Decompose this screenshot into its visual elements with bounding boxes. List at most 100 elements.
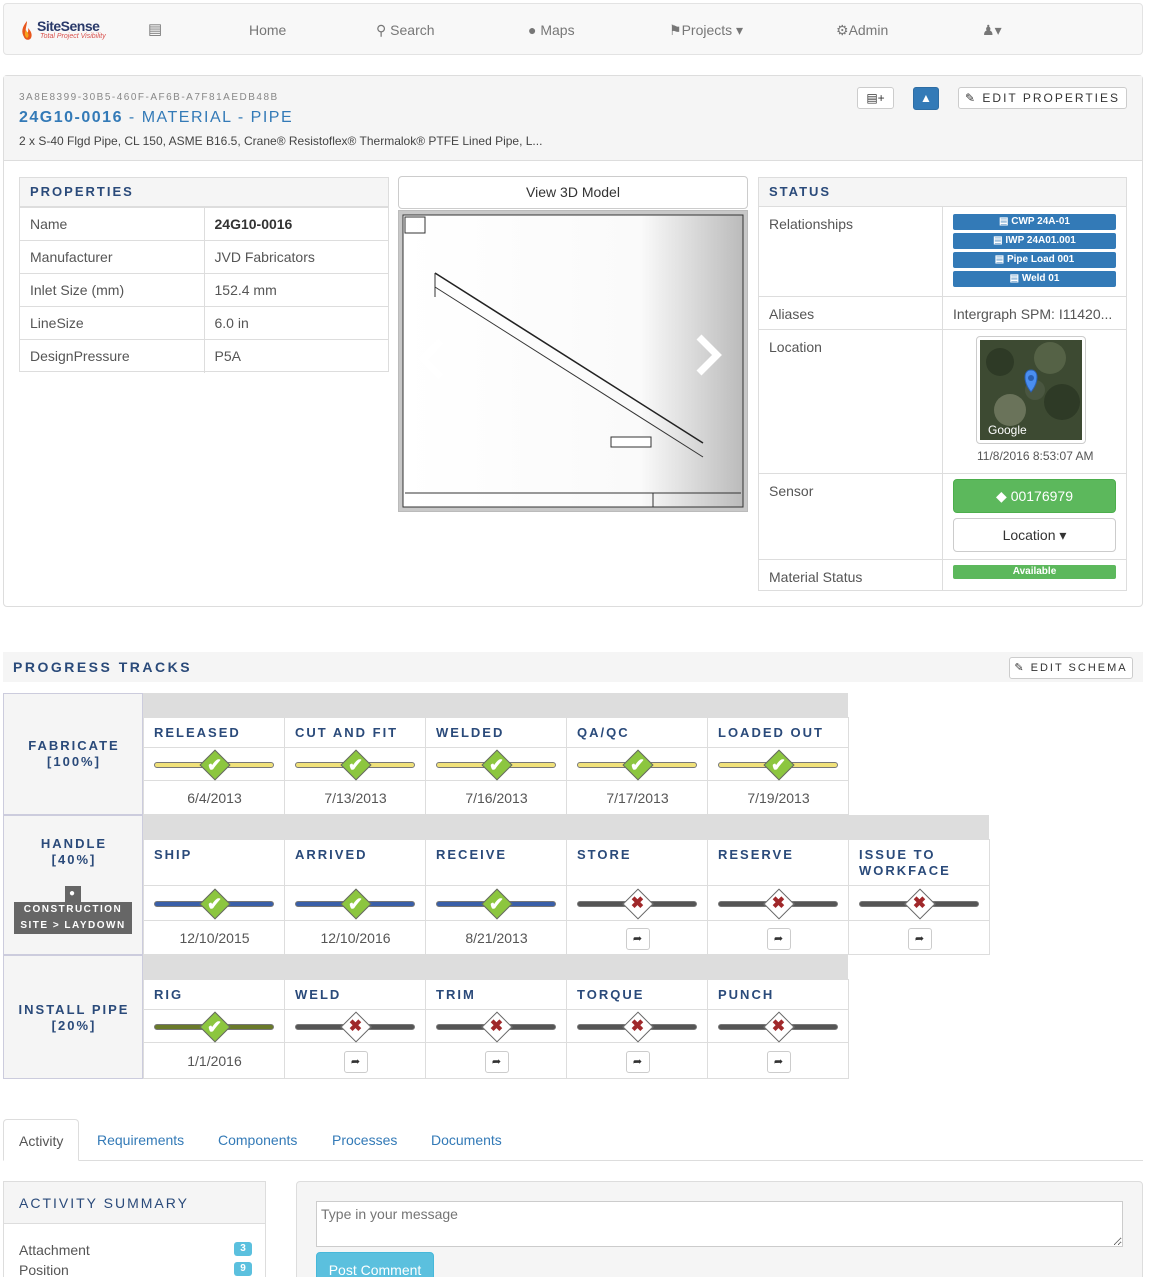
step-date: 6/4/2013 — [187, 790, 242, 806]
flag-icon: ⚑ — [669, 22, 682, 38]
edit-schema-button[interactable]: ✎ EDIT SCHEMA — [1009, 657, 1133, 679]
globe-icon: ● — [528, 22, 537, 38]
caret-down-icon: ▾ — [1059, 527, 1067, 543]
progress-step[interactable]: LOADED OUT ✔ 7/19/2013 — [707, 717, 849, 815]
material-title: 24G10-0016 - MATERIAL - PIPE — [19, 109, 293, 127]
tab-processes[interactable]: Processes — [317, 1119, 412, 1161]
step-status: ✖ — [849, 886, 990, 921]
step-status: ✖ — [708, 886, 849, 921]
nav-maps-label: Maps — [540, 22, 575, 38]
step-date: 8/21/2013 — [465, 930, 528, 946]
sensor-row: Sensor ◆ 00176979 Location ▾ — [759, 474, 1126, 560]
status-panel: STATUS Relationships ▤ CWP 24A-01 ▤ IWP … — [758, 177, 1127, 591]
activity-summary-heading: ACTIVITY SUMMARY — [4, 1182, 265, 1224]
tab-activity[interactable]: Activity — [3, 1119, 80, 1161]
progress-step[interactable]: ARRIVED ✔ 12/10/2016 — [284, 839, 426, 955]
step-status: ✔ — [144, 748, 285, 781]
step-status: ✔ — [708, 748, 849, 781]
caret-down-icon: ▾ — [994, 22, 1002, 38]
post-comment-button[interactable]: Post Comment — [316, 1252, 434, 1277]
add-to-list-button[interactable]: ▤+ — [857, 87, 894, 109]
checkmark-glyph: ✔ — [770, 754, 787, 775]
checkmark-glyph: ✔ — [206, 893, 223, 914]
progress-step[interactable]: RECEIVE ✔ 8/21/2013 — [425, 839, 567, 955]
detail-tabs: Activity Requirements Components Process… — [3, 1119, 1143, 1161]
progress-step[interactable]: WELDED ✔ 7/16/2013 — [425, 717, 567, 815]
user-menu[interactable]: ♟▾ — [982, 4, 1002, 56]
list-icon[interactable]: ▤ — [148, 4, 162, 56]
material-description: 2 x S-40 Flgd Pipe, CL 150, ASME B16.5, … — [19, 134, 543, 148]
advance-step-button[interactable]: ➦ — [484, 1050, 509, 1073]
step-date: 1/1/2016 — [187, 1053, 242, 1069]
upload-button[interactable]: ▲ — [913, 87, 939, 110]
step-status: ✔ — [144, 886, 285, 921]
list-item[interactable]: Position 9 — [19, 1262, 252, 1277]
nav-search[interactable]: ⚲ Search — [376, 4, 435, 56]
tab-requirements[interactable]: Requirements — [82, 1119, 199, 1161]
location-map-thumbnail[interactable]: Google — [976, 336, 1086, 444]
table-row: Manufacturer JVD Fabricators — [20, 240, 388, 274]
track-name: FABRICATE — [28, 738, 120, 753]
list-item[interactable]: Attachment 3 — [19, 1242, 252, 1258]
isometric-drawing-carousel[interactable] — [398, 210, 748, 512]
progress-step[interactable]: SHIP ✔ 12/10/2015 — [143, 839, 285, 955]
progress-step[interactable]: TRIM ✖ ➦ — [425, 979, 567, 1079]
progress-step[interactable]: RESERVE ✖ ➦ — [707, 839, 849, 955]
step-date: 7/17/2013 — [606, 790, 669, 806]
progress-step[interactable]: CUT AND FIT ✔ 7/13/2013 — [284, 717, 426, 815]
property-value: JVD Fabricators — [203, 240, 388, 274]
nav-projects[interactable]: ⚑Projects ▾ — [669, 4, 743, 56]
advance-step-button[interactable]: ➦ — [625, 1050, 650, 1073]
progress-step[interactable]: RIG ✔ 1/1/2016 — [143, 979, 285, 1079]
checkmark-glyph: ✔ — [488, 893, 505, 914]
cross-glyph: ✖ — [348, 1017, 363, 1035]
step-status: ✔ — [426, 886, 567, 921]
progress-step[interactable]: PUNCH ✖ ➦ — [707, 979, 849, 1079]
step-date: 12/10/2015 — [179, 930, 250, 946]
brand-tagline: Total Project Visibility — [40, 33, 106, 40]
properties-panel: PROPERTIES Name 24G10-0016 Manufacturer JV… — [19, 177, 389, 373]
advance-step-button[interactable]: ➦ — [343, 1050, 368, 1073]
relationship-tag[interactable]: ▤ IWP 24A01.001 — [953, 233, 1116, 249]
advance-step-button[interactable]: ➦ — [766, 1050, 791, 1073]
relationship-tag[interactable]: ▤ Weld 01 — [953, 271, 1116, 287]
step-name: ISSUE TO WORKFACE — [849, 840, 989, 886]
progress-step[interactable]: WELD ✖ ➦ — [284, 979, 426, 1079]
table-row: Inlet Size (mm) 152.4 mm — [20, 273, 388, 307]
nav-home[interactable]: Home — [249, 4, 286, 56]
nav-maps[interactable]: ● Maps — [528, 4, 575, 56]
view-3d-model-button[interactable]: View 3D Model — [398, 176, 748, 209]
property-name: LineSize — [20, 306, 204, 340]
tab-documents[interactable]: Documents — [416, 1119, 517, 1161]
material-status-label: Material Status — [769, 569, 863, 585]
advance-step-button[interactable]: ➦ — [766, 927, 791, 950]
step-name: ARRIVED — [285, 840, 425, 886]
step-name: RESERVE — [708, 840, 848, 886]
progress-step[interactable]: TORQUE ✖ ➦ — [566, 979, 708, 1079]
advance-step-button[interactable]: ➦ — [907, 927, 932, 950]
track-location-badge[interactable]: ● CONSTRUCTION SITE > LAYDOWN — [14, 886, 132, 934]
relationship-tag[interactable]: ▤ CWP 24A-01 — [953, 214, 1116, 230]
tab-components[interactable]: Components — [203, 1119, 312, 1161]
progress-step[interactable]: RELEASED ✔ 6/4/2013 — [143, 717, 285, 815]
edit-properties-label: EDIT PROPERTIES — [982, 91, 1120, 105]
sensor-location-dropdown[interactable]: Location ▾ — [953, 518, 1116, 552]
progress-step[interactable]: STORE ✖ ➦ — [566, 839, 708, 955]
relationship-tag[interactable]: ▤ Pipe Load 001 — [953, 252, 1116, 268]
progress-step[interactable]: ISSUE TO WORKFACE ✖ ➦ — [848, 839, 990, 955]
nav-search-label: Search — [390, 22, 435, 38]
property-value: 6.0 in — [203, 306, 388, 340]
brand-name[interactable]: SiteSense — [37, 18, 100, 34]
checkmark-glyph: ✔ — [347, 893, 364, 914]
track-location-line2: SITE > LAYDOWN — [14, 918, 132, 934]
map-brand-label: Google — [988, 423, 1027, 437]
checkmark-glyph: ✔ — [347, 754, 364, 775]
sensor-id-button[interactable]: ◆ 00176979 — [953, 479, 1116, 513]
nav-admin[interactable]: ⚙Admin — [836, 4, 888, 56]
edit-properties-button[interactable]: ✎ EDIT PROPERTIES — [958, 87, 1127, 109]
advance-step-button[interactable]: ➦ — [625, 927, 650, 950]
share-arrow-icon: ➦ — [350, 1055, 361, 1068]
message-input[interactable] — [316, 1201, 1123, 1247]
progress-step[interactable]: QA/QC ✔ 7/17/2013 — [566, 717, 708, 815]
map-marker-icon: ● — [65, 886, 81, 902]
